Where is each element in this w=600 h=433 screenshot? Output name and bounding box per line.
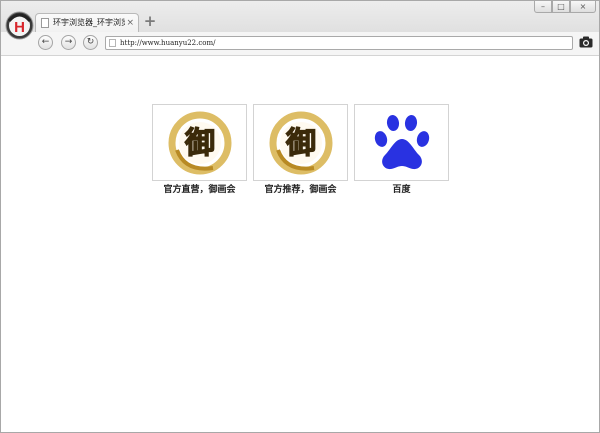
tile-label[interactable]: 官方直营，御画会 (152, 183, 247, 197)
new-tab-button[interactable]: + (143, 13, 157, 29)
forward-button[interactable]: → (61, 35, 76, 50)
address-bar[interactable]: http://www.huanyu22.com/ (105, 36, 573, 50)
tab-strip: 环宇浏览器_环宇浏览器 × + – □ × (1, 1, 599, 32)
close-button[interactable]: × (570, 1, 596, 13)
page-icon (41, 18, 49, 28)
speed-dial-tile-yuhuahui-1[interactable]: 御 官方直营，御画会 (152, 104, 247, 197)
browser-window: 环宇浏览器_环宇浏览器 × + – □ × H ← → ↻ http://www… (0, 0, 600, 433)
screenshot-camera-icon[interactable] (579, 36, 593, 48)
window-controls: – □ × (534, 1, 596, 15)
tab-close-icon[interactable]: × (126, 17, 134, 29)
tile-label[interactable]: 百度 (354, 183, 449, 197)
tile-thumbnail[interactable] (354, 104, 449, 181)
minimize-button[interactable]: – (534, 1, 552, 13)
page-content: 御 官方直营，御画会 御 官方推荐，御画会 百度 (1, 56, 599, 432)
back-button[interactable]: ← (38, 35, 53, 50)
speed-dial: 御 官方直营，御画会 御 官方推荐，御画会 百度 (152, 104, 449, 197)
speed-dial-tile-baidu[interactable]: 百度 (354, 104, 449, 197)
maximize-button[interactable]: □ (552, 1, 570, 13)
tile-glyph: 御 (285, 126, 316, 161)
tile-label[interactable]: 官方推荐，御画会 (253, 183, 348, 197)
address-text[interactable]: http://www.huanyu22.com/ (120, 37, 215, 49)
yu-calligraphy-icon: 御 (269, 111, 332, 174)
browser-logo-icon[interactable]: H (5, 11, 34, 40)
logo-letter: H (14, 19, 25, 36)
speed-dial-tile-yuhuahui-2[interactable]: 御 官方推荐，御画会 (253, 104, 348, 197)
page-icon (109, 39, 116, 47)
tab-title: 环宇浏览器_环宇浏览器 (53, 18, 125, 27)
reload-button[interactable]: ↻ (83, 35, 98, 50)
tab-active[interactable]: 环宇浏览器_环宇浏览器 × (35, 13, 139, 32)
yu-calligraphy-icon: 御 (168, 111, 231, 174)
baidu-paw-icon (374, 114, 429, 169)
toolbar: ← → ↻ http://www.huanyu22.com/ (1, 32, 599, 56)
tile-thumbnail[interactable]: 御 (152, 104, 247, 181)
tile-glyph: 御 (184, 126, 215, 161)
tile-thumbnail[interactable]: 御 (253, 104, 348, 181)
